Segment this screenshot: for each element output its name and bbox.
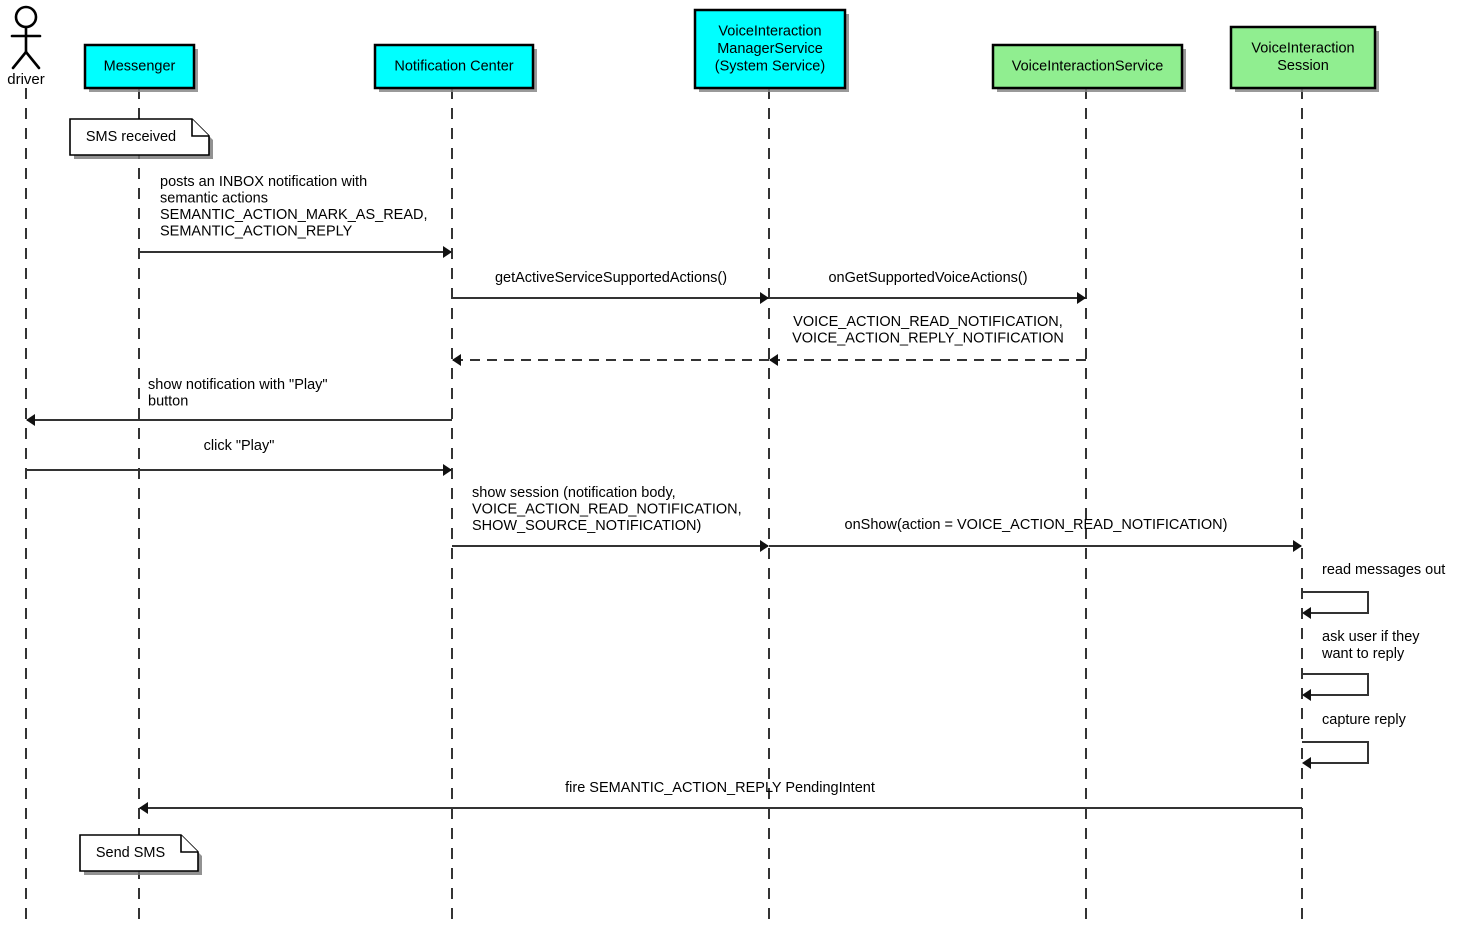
self-message-line-self-read-messages-out [1302,591,1369,614]
note-note-send-sms[interactable]: Send SMS [79,834,202,875]
self-message-line-self-capture-reply [1302,741,1369,764]
message-label-msg-return-voice-actions: VOICE_ACTION_READ_NOTIFICATION, [793,314,1063,330]
self-message-self-ask-user-if-they-want-to-reply[interactable]: ask user if theywant to reply [1302,629,1420,701]
note-note-sms-received[interactable]: SMS received [69,118,213,159]
arrow-head-icon [769,354,778,366]
participant-label-voiceinteraction-managerservice: ManagerService [717,41,823,57]
message-label-msg-post-inbox-notification: SEMANTIC_ACTION_REPLY [160,224,353,240]
participant-notification-center[interactable]: Notification Center [373,43,537,92]
actor-left-leg-icon [11,50,28,70]
actor-right-leg-icon [24,50,41,70]
participants-layer: Messenger Notification Center VoiceInterac… [7,5,1379,92]
participant-messenger[interactable]: Messenger [83,43,198,92]
self-message-label-self-capture-reply: capture reply [1322,712,1407,728]
self-message-label-self-ask-user-if-they-want-to-reply: want to reply [1321,646,1405,662]
message-msg-fire-semantic-action-reply-pendingintent[interactable]: fire SEMANTIC_ACTION_REPLY PendingIntent [139,780,1302,814]
messages-layer: posts an INBOX notification withsemantic… [26,174,1302,814]
message-msg-get-active-service-supported-actions[interactable]: getActiveServiceSupportedActions() [452,270,769,304]
actor-driver[interactable]: driver [7,5,45,88]
message-label-msg-on-get-supported-voice-actions: onGetSupportedVoiceActions() [828,270,1027,286]
arrow-head-icon [443,464,452,476]
arrow-head-icon [1302,757,1311,769]
message-label-msg-show-notification-with-play-button: show notification with "Play" [148,377,328,393]
participant-label-voiceinteractionservice: VoiceInteractionService [1012,58,1164,74]
participant-label-messenger: Messenger [104,58,176,74]
sequence-diagram-svg: posts an INBOX notification withsemantic… [7,5,1445,925]
message-msg-return-voice-actions[interactable]: VOICE_ACTION_READ_NOTIFICATION,VOICE_ACT… [769,314,1086,366]
self-message-label-self-ask-user-if-they-want-to-reply: ask user if they [1322,629,1420,645]
self-message-self-read-messages-out[interactable]: read messages out [1302,562,1445,619]
message-label-msg-click-play: click "Play" [204,438,275,454]
participant-label-voiceinteraction-managerservice: (System Service) [715,58,825,74]
message-label-msg-return-voice-actions: VOICE_ACTION_REPLY_NOTIFICATION [792,331,1064,347]
arrow-head-icon [1302,689,1311,701]
message-label-msg-get-active-service-supported-actions: getActiveServiceSupportedActions() [495,270,727,286]
participant-label-notification-center: Notification Center [394,58,513,74]
arrow-head-icon [443,246,452,258]
arrow-head-icon [452,354,461,366]
arrow-head-icon [26,414,35,426]
participant-label-voiceinteraction-session: VoiceInteraction [1251,41,1354,57]
participant-label-voiceinteraction-managerservice: VoiceInteraction [718,23,821,39]
self-message-line-self-ask-user-if-they-want-to-reply [1302,673,1369,696]
actor-label-driver: driver [7,71,45,88]
participant-voiceinteraction-session[interactable]: VoiceInteractionSession [1229,25,1379,92]
arrow-head-icon [1293,540,1302,552]
message-label-msg-on-show: onShow(action = VOICE_ACTION_READ_NOTIFI… [845,517,1228,533]
note-fold-icon [191,119,209,137]
self-messages-layer: read messages out ask user if theywant to… [1302,562,1445,769]
message-label-msg-show-session: VOICE_ACTION_READ_NOTIFICATION, [472,502,742,518]
message-label-msg-show-notification-with-play-button: button [148,394,188,410]
message-msg-show-session[interactable]: show session (notification body,VOICE_AC… [452,485,769,552]
sequence-diagram-canvas: posts an INBOX notification with semantic… [0,0,1457,929]
self-message-self-capture-reply[interactable]: capture reply [1302,712,1407,769]
message-label-msg-fire-semantic-action-reply-pendingintent: fire SEMANTIC_ACTION_REPLY PendingIntent [565,780,875,796]
message-label-msg-post-inbox-notification: SEMANTIC_ACTION_MARK_AS_READ, [160,207,428,223]
actor-head-icon [14,5,38,29]
message-msg-return-supported-actions-to-notification-center[interactable] [452,354,769,366]
message-msg-post-inbox-notification[interactable]: posts an INBOX notification withsemantic… [139,174,452,258]
arrow-head-icon [139,802,148,814]
note-label-note-sms-received: SMS received [86,129,176,145]
arrow-head-icon [760,292,769,304]
arrow-head-icon [1302,607,1311,619]
message-label-msg-show-session: show session (notification body, [472,485,676,501]
participant-voiceinteractionservice[interactable]: VoiceInteractionService [991,43,1186,92]
message-label-msg-post-inbox-notification: posts an INBOX notification with [160,174,367,190]
arrow-head-icon [1077,292,1086,304]
arrow-head-icon [760,540,769,552]
self-message-label-self-read-messages-out: read messages out [1322,562,1445,578]
note-label-note-send-sms: Send SMS [96,845,165,861]
message-label-msg-show-session: SHOW_SOURCE_NOTIFICATION) [472,518,701,534]
message-msg-on-show[interactable]: onShow(action = VOICE_ACTION_READ_NOTIFI… [769,517,1302,552]
participant-voiceinteraction-managerservice[interactable]: VoiceInteraction ManagerService(System Se… [693,8,849,92]
message-label-msg-post-inbox-notification: semantic actions [160,191,268,207]
participant-label-voiceinteraction-session: Session [1277,58,1329,74]
message-msg-on-get-supported-voice-actions[interactable]: onGetSupportedVoiceActions() [769,270,1086,304]
message-msg-show-notification-with-play-button[interactable]: show notification with "Play"button [26,377,452,426]
message-msg-click-play[interactable]: click "Play" [26,438,452,476]
